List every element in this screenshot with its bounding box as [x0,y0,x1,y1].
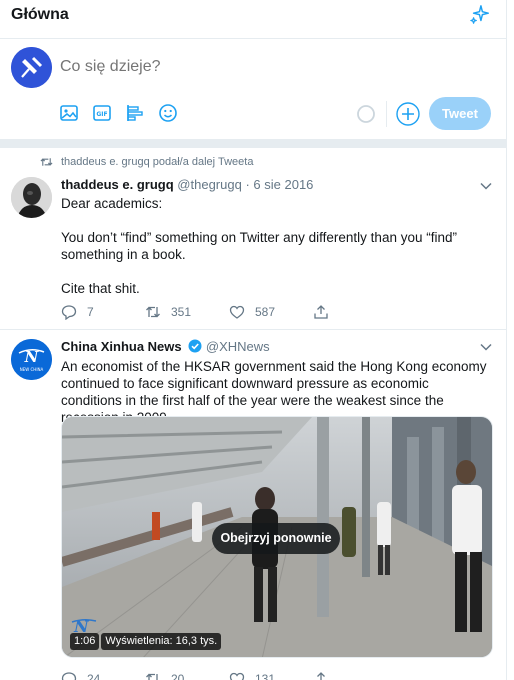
retweet-icon [146,306,160,318]
reply-icon [61,305,77,320]
author-handle[interactable]: @thegrugq [177,177,242,192]
page-title: Główna [11,6,69,23]
tweet-date[interactable]: 6 sie 2016 [253,177,313,192]
tweet-header: China Xinhua News @XHNews [61,339,270,354]
sparkle-icon[interactable] [469,4,491,26]
like-count: 131 [255,672,276,680]
tweet-actions: 7 351 587 [61,302,361,322]
chevron-down-icon[interactable] [480,343,492,351]
poll-icon[interactable] [124,102,146,124]
svg-text:GIF: GIF [96,111,107,118]
retweet-count: 351 [171,305,192,319]
video-player[interactable]: Obejrzyj ponownie N 1:06 Wyświetlenia: 1… [61,416,493,658]
reply-count: 24 [87,672,101,680]
separator: · [245,177,250,192]
section-divider [0,139,506,148]
share-icon [314,305,328,319]
tweet[interactable]: N NEW CHINA China Xinhua News @XHNews An… [0,330,506,680]
avatar[interactable]: N NEW CHINA [11,339,52,380]
tweet-composer: GIF Tweet [0,39,506,139]
tweet-actions: 24 20 131 [61,669,361,680]
tweet-paragraph: Cite that shit. [61,281,140,296]
add-tweet-button[interactable] [396,102,420,126]
retweet-icon [146,673,158,680]
character-count-ring [357,105,375,123]
retweet-button[interactable]: 351 [145,302,191,322]
reply-count: 7 [87,305,94,319]
like-button[interactable]: 587 [229,302,275,322]
news-logo-icon: N NEW CHINA [11,339,52,380]
avatar[interactable] [11,47,52,88]
tweet[interactable]: thaddeus e. grugq podał/a dalej Tweeta t… [0,148,506,330]
tweet-header: thaddeus e. grugq @thegrugq · 6 sie 2016 [61,177,313,192]
heart-icon [229,305,245,319]
heart-icon [229,672,245,680]
video-duration: 1:06 [70,633,100,650]
author-handle[interactable]: @XHNews [206,339,270,354]
header: Główna [0,0,506,39]
tweet-button[interactable]: Tweet [429,97,491,130]
reply-icon [61,672,77,680]
like-button[interactable]: 131 [229,669,275,680]
verified-badge-icon [188,339,202,353]
reply-button[interactable]: 7 [61,302,94,322]
video-meta: 1:06 Wyświetlenia: 16,3 tys. [70,633,222,650]
avatar[interactable] [11,177,52,218]
tweet-paragraph: Dear academics: [61,196,163,211]
share-button[interactable] [313,669,339,680]
retweet-context[interactable]: thaddeus e. grugq podał/a dalej Tweeta [61,156,253,168]
svg-text:NEW CHINA: NEW CHINA [20,367,44,372]
profile-photo [11,177,52,218]
author-name[interactable]: thaddeus e. grugq [61,177,174,192]
chevron-down-icon[interactable] [480,182,492,190]
tweet-paragraph: You don’t “find” something on Twitter an… [61,230,457,262]
retweet-button[interactable]: 20 [145,669,184,680]
compose-input[interactable] [60,58,350,76]
retweet-icon [40,158,53,166]
emoji-icon[interactable] [157,102,179,124]
retweet-count: 20 [171,672,185,680]
video-views: Wyświetlenia: 16,3 tys. [101,633,222,650]
share-icon [317,672,325,680]
author-name[interactable]: China Xinhua News [61,339,182,354]
share-button[interactable] [313,302,339,322]
image-icon[interactable] [58,102,80,124]
reply-button[interactable]: 24 [61,669,100,680]
tweet-text: Dear academics: You don’t “find” somethi… [61,195,493,314]
replay-button[interactable]: Obejrzyj ponownie [212,523,340,554]
pushpin-icon [11,47,52,88]
gif-icon[interactable]: GIF [91,102,113,124]
like-count: 587 [255,305,276,319]
timeline-column: Główna GIF [0,0,507,680]
toolbar-divider [386,101,387,127]
